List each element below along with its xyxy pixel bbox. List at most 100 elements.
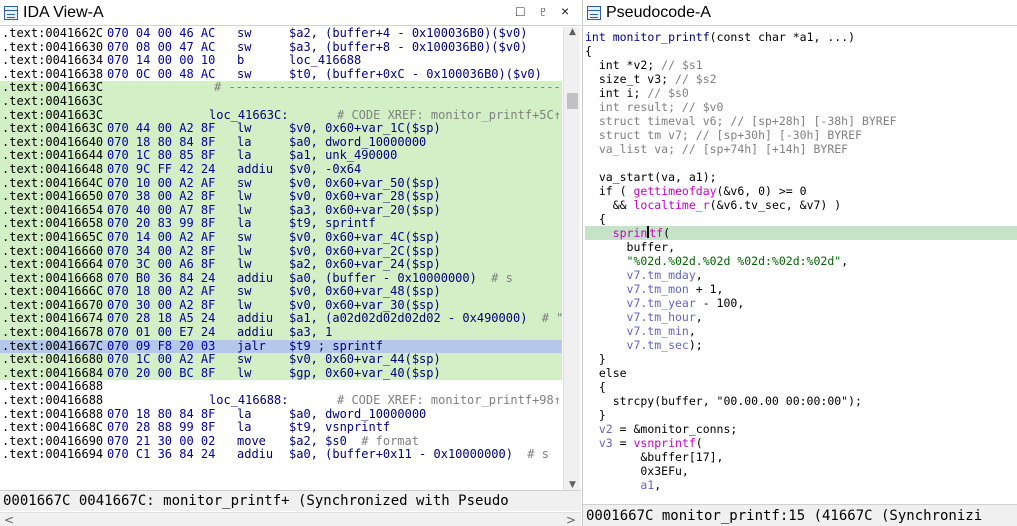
disasm-line[interactable]: .text:0041663C loc_41663C: # CODE XREF: mo… bbox=[0, 108, 562, 123]
pseudocode-line[interactable]: "%02d.%02d.%02d %02d:%02d:%02d", bbox=[585, 254, 1017, 268]
disasm-line[interactable]: .text:00416654 070 40 00 A7 8F lw $a3, 0x60… bbox=[0, 203, 562, 218]
disasm-addr: .text:00416638 bbox=[2, 67, 104, 81]
pseudocode-line[interactable]: v7.tm_year - 100, bbox=[585, 296, 1017, 310]
disasm-op: $a2, $s0 bbox=[289, 434, 347, 448]
disasm-mn: move bbox=[237, 434, 266, 448]
disasm-mn: lw bbox=[237, 190, 252, 204]
disasm-line[interactable]: .text:00416634 070 14 00 00 10 b loc_416688 bbox=[0, 54, 562, 68]
disasm-bytes: 070 34 00 A2 8F bbox=[107, 244, 216, 258]
disasm-line[interactable]: .text:00416688 bbox=[0, 380, 562, 394]
disasm-addr: .text:00416634 bbox=[2, 54, 104, 68]
disasm-line[interactable]: .text:00416674 070 28 18 A5 24 addiu $a1, (… bbox=[0, 312, 562, 327]
pseudocode-line[interactable]: struct tm v7; // [sp+30h] [-30h] BYREF bbox=[585, 128, 1017, 142]
disasm-addr: .text:00416668 bbox=[2, 271, 104, 285]
disasm-line[interactable]: .text:0041663C # ------------------------… bbox=[0, 81, 562, 95]
disasm-op: $a1, (a02d02d02d02d02 - 0x490000) bbox=[289, 312, 528, 326]
disasm-line[interactable]: .text:00416694 070 C1 36 84 24 addiu $a0, (… bbox=[0, 448, 562, 462]
disasm-addr: .text:0041663C bbox=[2, 94, 104, 108]
pseudocode-token: , bbox=[688, 324, 696, 338]
disasm-line[interactable]: .text:00416660 070 34 00 A2 8F lw $v0, 0x60… bbox=[0, 244, 562, 259]
disasm-line[interactable]: .text:00416684 070 20 00 BC 8F lw $gp, 0x60… bbox=[0, 366, 562, 381]
disasm-line[interactable]: .text:0041668C 070 28 88 99 8F la $t9, vsnp… bbox=[0, 421, 562, 435]
scroll-up-icon[interactable]: ▲ bbox=[564, 27, 581, 37]
disasm-line[interactable]: .text:00416688 loc_416688: # CODE XREF: mo… bbox=[0, 394, 562, 408]
disasm-line[interactable]: .text:0041663C 070 44 00 A2 8F lw $v0, 0x60… bbox=[0, 122, 562, 136]
scroll-down-icon[interactable]: ▼ bbox=[564, 480, 581, 490]
pseudocode-titlebar[interactable]: Pseudocode-A bbox=[583, 0, 1017, 26]
ida-view-titlebar[interactable]: IDA View-A □ ♇ × bbox=[0, 0, 581, 26]
pseudocode-token: } bbox=[585, 408, 606, 422]
disasm-line[interactable]: .text:0041665C 070 14 00 A2 AF sw $v0, 0x60… bbox=[0, 230, 562, 245]
pseudocode-line[interactable]: int i; // $s0 bbox=[585, 86, 1017, 100]
scroll-thumb[interactable] bbox=[567, 93, 578, 109]
disasm-line[interactable]: .text:00416680 070 1C 00 A2 AF sw $v0, 0x60… bbox=[0, 353, 562, 367]
pseudocode-line[interactable]: struct timeval v6; // [sp+28h] [-38h] BY… bbox=[585, 114, 1017, 128]
pseudocode-line[interactable]: } bbox=[585, 352, 1017, 366]
disasm-line[interactable]: .text:00416644 070 1C 80 85 8F la $a1, unk_… bbox=[0, 149, 562, 163]
pseudocode-line[interactable]: v7.tm_mday, bbox=[585, 268, 1017, 282]
disasm-line[interactable]: .text:00416668 070 B0 36 84 24 addiu $a0, (… bbox=[0, 271, 562, 286]
pseudocode-line[interactable]: a1, bbox=[585, 478, 1017, 492]
pseudocode-line[interactable]: { bbox=[585, 380, 1017, 394]
disassembly-window-icon bbox=[4, 6, 18, 20]
disasm-line[interactable]: .text:0041666C 070 18 00 A2 AF sw $v0, 0x60… bbox=[0, 285, 562, 299]
restore-icon[interactable]: □ bbox=[516, 3, 524, 19]
disasm-line[interactable]: .text:00416690 070 21 30 00 02 move $a2, $s… bbox=[0, 435, 562, 449]
pseudocode-line[interactable]: &buffer[17], bbox=[585, 450, 1017, 464]
disasm-line[interactable]: .text:0041662C 070 04 00 46 AC sw $a2, (buf… bbox=[0, 27, 562, 41]
pseudocode-line[interactable]: size_t v3; // $s2 bbox=[585, 72, 1017, 86]
disasm-line[interactable]: .text:0041667C 070 09 F8 20 03 jalr $t9 ; s… bbox=[0, 339, 562, 354]
scroll-left-icon[interactable]: < bbox=[4, 513, 14, 526]
pseudocode-line[interactable]: else bbox=[585, 366, 1017, 380]
close-icon[interactable]: × bbox=[561, 3, 569, 19]
disasm-line[interactable]: .text:00416688 070 18 80 84 8F la $a0, dwor… bbox=[0, 408, 562, 422]
disasm-line[interactable]: .text:00416664 070 3C 00 A6 8F lw $a2, 0x60… bbox=[0, 258, 562, 272]
ida-view-pane[interactable]: IDA View-A □ ♇ × .text:0041662C 070 04 00… bbox=[0, 0, 581, 526]
pseudocode-pane[interactable]: Pseudocode-A int monitor_printf(const ch… bbox=[582, 0, 1017, 526]
pseudocode-line[interactable]: v7.tm_min, bbox=[585, 324, 1017, 338]
disassembly-horizontal-scrollbar[interactable]: < > bbox=[0, 512, 581, 526]
pseudocode-line[interactable]: va_start(va, a1); bbox=[585, 170, 1017, 184]
disasm-line[interactable]: .text:00416670 070 30 00 A2 8F lw $v0, 0x60… bbox=[0, 298, 562, 313]
disasm-line[interactable]: .text:00416678 070 01 00 E7 24 addiu $a3, 1 bbox=[0, 326, 562, 340]
pseudocode-line[interactable] bbox=[585, 156, 1017, 170]
disasm-line[interactable]: .text:00416630 070 08 00 47 AC sw $a3, (buf… bbox=[0, 41, 562, 55]
pseudocode-line[interactable]: { bbox=[585, 44, 1017, 58]
disasm-mn: lw bbox=[237, 366, 252, 380]
disasm-op: $t9 ; sprintf bbox=[289, 339, 383, 353]
pseudocode-line[interactable]: int result; // $v0 bbox=[585, 100, 1017, 114]
pseudocode-line[interactable]: v7.tm_mon + 1, bbox=[585, 282, 1017, 296]
pseudocode-token: && bbox=[585, 198, 634, 212]
disasm-line[interactable]: .text:0041664C 070 10 00 A2 AF sw $v0, 0x60… bbox=[0, 176, 562, 191]
pseudocode-line[interactable]: buffer, bbox=[585, 240, 1017, 254]
pseudocode-line[interactable]: v7.tm_sec); bbox=[585, 338, 1017, 352]
disasm-op: $a0, dword_10000000 bbox=[289, 135, 427, 149]
disasm-line[interactable]: .text:00416638 070 0C 00 48 AC sw $t0, (buf… bbox=[0, 68, 562, 82]
pseudocode-line[interactable]: v7.tm_hour, bbox=[585, 310, 1017, 324]
pseudocode-line[interactable]: int *v2; // $s1 bbox=[585, 58, 1017, 72]
disasm-line[interactable]: .text:0041663C bbox=[0, 94, 562, 109]
disasm-line[interactable]: .text:00416658 070 20 83 99 8F la $t9, spri… bbox=[0, 217, 562, 231]
disasm-addr: .text:00416640 bbox=[2, 135, 104, 149]
scroll-right-icon[interactable]: > bbox=[566, 513, 576, 526]
disasm-line[interactable]: .text:00416640 070 18 80 84 8F la $a0, dwor… bbox=[0, 135, 562, 150]
disassembly-vertical-scrollbar[interactable]: ▲ ▼ bbox=[563, 27, 580, 490]
disasm-line[interactable]: .text:00416650 070 38 00 A2 8F lw $v0, 0x60… bbox=[0, 190, 562, 204]
pseudocode-line[interactable]: } bbox=[585, 408, 1017, 422]
pseudocode-line[interactable]: int monitor_printf(const char *a1, ...) bbox=[585, 30, 1017, 44]
pseudocode-token: // $s2 bbox=[675, 72, 717, 86]
pseudocode-line[interactable]: sprin tf( bbox=[585, 226, 1017, 240]
disasm-line[interactable]: .text:00416648 070 9C FF 42 24 addiu $v0, -… bbox=[0, 162, 562, 177]
pseudocode-line[interactable]: { bbox=[585, 212, 1017, 226]
pseudocode-line[interactable]: if ( gettimeofday(&v6, 0) >= 0 bbox=[585, 184, 1017, 198]
pseudocode-line[interactable]: v3 = vsnprintf( bbox=[585, 436, 1017, 450]
pseudocode-line[interactable]: && localtime_r(&v6.tv_sec, &v7) ) bbox=[585, 198, 1017, 212]
pseudocode-line[interactable]: v2 = &monitor_conns; bbox=[585, 422, 1017, 436]
pseudocode-line[interactable]: 0x3EFu, bbox=[585, 464, 1017, 478]
float-icon[interactable]: ♇ bbox=[538, 3, 549, 19]
pseudocode-listing[interactable]: int monitor_printf(const char *a1, ...){… bbox=[585, 30, 1017, 504]
pseudocode-line[interactable]: va_list va; // [sp+74h] [+14h] BYREF bbox=[585, 142, 1017, 156]
disasm-op: loc_416688 bbox=[289, 54, 362, 68]
pseudocode-line[interactable]: strcpy(buffer, "00.00.00 00:00:00"); bbox=[585, 394, 1017, 408]
disassembly-listing[interactable]: .text:0041662C 070 04 00 46 AC sw $a2, (buf… bbox=[0, 27, 562, 490]
